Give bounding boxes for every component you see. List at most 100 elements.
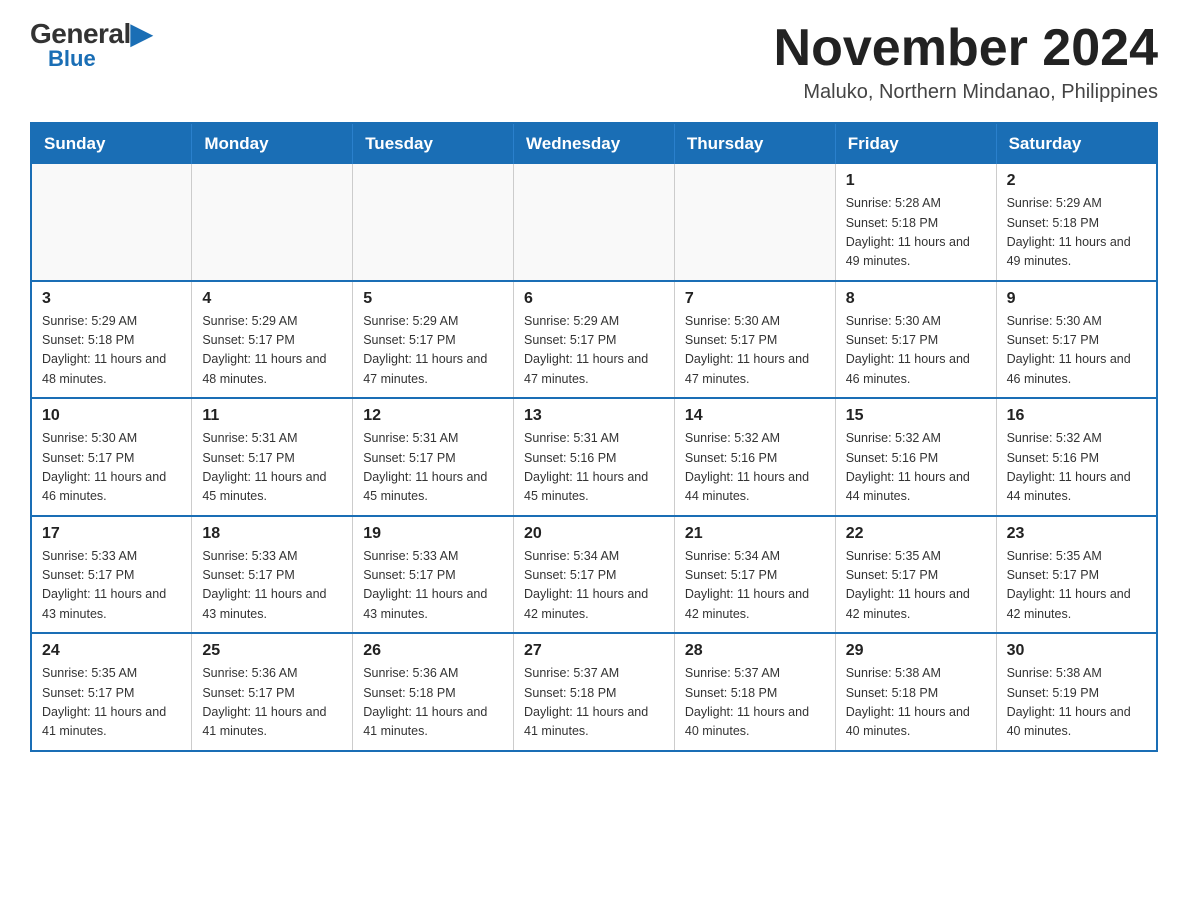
calendar-week-4: 17 Sunrise: 5:33 AMSunset: 5:17 PMDayligh…: [31, 516, 1157, 634]
day-number: 2: [1007, 172, 1146, 190]
logo-blue-text: Blue: [48, 46, 96, 72]
day-info: Sunrise: 5:30 AMSunset: 5:17 PMDaylight:…: [1007, 312, 1146, 390]
day-info: Sunrise: 5:29 AMSunset: 5:17 PMDaylight:…: [524, 312, 664, 390]
calendar-header-row: SundayMondayTuesdayWednesdayThursdayFrid…: [31, 123, 1157, 164]
day-info: Sunrise: 5:31 AMSunset: 5:16 PMDaylight:…: [524, 429, 664, 507]
day-info: Sunrise: 5:34 AMSunset: 5:17 PMDaylight:…: [524, 547, 664, 625]
calendar-cell: 15Sunrise: 5:32 AMSunset: 5:16 PMDayligh…: [835, 398, 996, 516]
calendar-cell: 13 Sunrise: 5:31 AMSunset: 5:16 PMDayligh…: [514, 398, 675, 516]
day-info: Sunrise: 5:29 AMSunset: 5:17 PMDaylight:…: [202, 312, 342, 390]
calendar-cell: 25 Sunrise: 5:36 AMSunset: 5:17 PMDayligh…: [192, 633, 353, 751]
day-info: Sunrise: 5:37 AMSunset: 5:18 PMDaylight:…: [685, 664, 825, 742]
calendar-cell: [514, 164, 675, 281]
day-number: 10: [42, 407, 181, 425]
calendar-cell: 11Sunrise: 5:31 AMSunset: 5:17 PMDayligh…: [192, 398, 353, 516]
calendar-cell: 9Sunrise: 5:30 AMSunset: 5:17 PMDaylight…: [996, 281, 1157, 399]
calendar-location: Maluko, Northern Mindanao, Philippines: [774, 81, 1158, 104]
day-number: 25: [202, 642, 342, 660]
day-number: 13: [524, 407, 664, 425]
day-info: Sunrise: 5:30 AMSunset: 5:17 PMDaylight:…: [42, 429, 181, 507]
calendar-week-3: 10 Sunrise: 5:30 AMSunset: 5:17 PMDayligh…: [31, 398, 1157, 516]
day-number: 3: [42, 290, 181, 308]
day-info: Sunrise: 5:36 AMSunset: 5:18 PMDaylight:…: [363, 664, 503, 742]
day-number: 8: [846, 290, 986, 308]
calendar-cell: 23 Sunrise: 5:35 AMSunset: 5:17 PMDayligh…: [996, 516, 1157, 634]
day-number: 21: [685, 525, 825, 543]
header-friday: Friday: [835, 123, 996, 164]
day-number: 16: [1007, 407, 1146, 425]
title-block: November 2024 Maluko, Northern Mindanao,…: [774, 20, 1158, 104]
calendar-cell: [31, 164, 192, 281]
calendar-cell: 19 Sunrise: 5:33 AMSunset: 5:17 PMDayligh…: [353, 516, 514, 634]
day-number: 4: [202, 290, 342, 308]
header-monday: Monday: [192, 123, 353, 164]
page-header: General▶ Blue November 2024 Maluko, Nort…: [30, 20, 1158, 104]
calendar-cell: [353, 164, 514, 281]
calendar-cell: 18Sunrise: 5:33 AMSunset: 5:17 PMDayligh…: [192, 516, 353, 634]
day-number: 7: [685, 290, 825, 308]
header-sunday: Sunday: [31, 123, 192, 164]
day-number: 15: [846, 407, 986, 425]
day-number: 17: [42, 525, 181, 543]
header-saturday: Saturday: [996, 123, 1157, 164]
day-info: Sunrise: 5:35 AMSunset: 5:17 PMDaylight:…: [846, 547, 986, 625]
day-info: Sunrise: 5:33 AMSunset: 5:17 PMDaylight:…: [363, 547, 503, 625]
day-info: Sunrise: 5:31 AMSunset: 5:17 PMDaylight:…: [363, 429, 503, 507]
day-info: Sunrise: 5:29 AMSunset: 5:17 PMDaylight:…: [363, 312, 503, 390]
calendar-cell: 14 Sunrise: 5:32 AMSunset: 5:16 PMDayligh…: [674, 398, 835, 516]
calendar-cell: 22 Sunrise: 5:35 AMSunset: 5:17 PMDayligh…: [835, 516, 996, 634]
day-number: 1: [846, 172, 986, 190]
header-wednesday: Wednesday: [514, 123, 675, 164]
calendar-cell: 7Sunrise: 5:30 AMSunset: 5:17 PMDaylight…: [674, 281, 835, 399]
calendar-cell: 26Sunrise: 5:36 AMSunset: 5:18 PMDayligh…: [353, 633, 514, 751]
day-info: Sunrise: 5:32 AMSunset: 5:16 PMDaylight:…: [1007, 429, 1146, 507]
calendar-cell: 8 Sunrise: 5:30 AMSunset: 5:17 PMDaylight…: [835, 281, 996, 399]
day-number: 27: [524, 642, 664, 660]
day-number: 14: [685, 407, 825, 425]
day-number: 28: [685, 642, 825, 660]
day-info: Sunrise: 5:29 AMSunset: 5:18 PMDaylight:…: [1007, 194, 1146, 272]
calendar-cell: 1 Sunrise: 5:28 AMSunset: 5:18 PMDaylight…: [835, 164, 996, 281]
calendar-week-2: 3 Sunrise: 5:29 AMSunset: 5:18 PMDaylight…: [31, 281, 1157, 399]
day-number: 22: [846, 525, 986, 543]
calendar-cell: 12 Sunrise: 5:31 AMSunset: 5:17 PMDayligh…: [353, 398, 514, 516]
calendar-cell: 30Sunrise: 5:38 AMSunset: 5:19 PMDayligh…: [996, 633, 1157, 751]
calendar-cell: 10 Sunrise: 5:30 AMSunset: 5:17 PMDayligh…: [31, 398, 192, 516]
day-info: Sunrise: 5:28 AMSunset: 5:18 PMDaylight:…: [846, 194, 986, 272]
day-info: Sunrise: 5:38 AMSunset: 5:18 PMDaylight:…: [846, 664, 986, 742]
day-number: 11: [202, 407, 342, 425]
day-info: Sunrise: 5:35 AMSunset: 5:17 PMDaylight:…: [1007, 547, 1146, 625]
calendar-cell: 2 Sunrise: 5:29 AMSunset: 5:18 PMDaylight…: [996, 164, 1157, 281]
calendar-cell: 4 Sunrise: 5:29 AMSunset: 5:17 PMDaylight…: [192, 281, 353, 399]
day-number: 19: [363, 525, 503, 543]
calendar-cell: 27 Sunrise: 5:37 AMSunset: 5:18 PMDayligh…: [514, 633, 675, 751]
day-info: Sunrise: 5:35 AMSunset: 5:17 PMDaylight:…: [42, 664, 181, 742]
logo-general-text: General▶: [30, 20, 152, 48]
day-number: 12: [363, 407, 503, 425]
calendar-week-1: 1 Sunrise: 5:28 AMSunset: 5:18 PMDaylight…: [31, 164, 1157, 281]
day-number: 23: [1007, 525, 1146, 543]
header-thursday: Thursday: [674, 123, 835, 164]
day-number: 30: [1007, 642, 1146, 660]
calendar-cell: 16 Sunrise: 5:32 AMSunset: 5:16 PMDayligh…: [996, 398, 1157, 516]
day-info: Sunrise: 5:36 AMSunset: 5:17 PMDaylight:…: [202, 664, 342, 742]
day-number: 24: [42, 642, 181, 660]
day-info: Sunrise: 5:33 AMSunset: 5:17 PMDaylight:…: [202, 547, 342, 625]
day-info: Sunrise: 5:29 AMSunset: 5:18 PMDaylight:…: [42, 312, 181, 390]
day-info: Sunrise: 5:37 AMSunset: 5:18 PMDaylight:…: [524, 664, 664, 742]
day-number: 6: [524, 290, 664, 308]
calendar-cell: 28 Sunrise: 5:37 AMSunset: 5:18 PMDayligh…: [674, 633, 835, 751]
calendar-cell: 24 Sunrise: 5:35 AMSunset: 5:17 PMDayligh…: [31, 633, 192, 751]
day-info: Sunrise: 5:32 AMSunset: 5:16 PMDaylight:…: [685, 429, 825, 507]
day-number: 5: [363, 290, 503, 308]
day-number: 20: [524, 525, 664, 543]
day-info: Sunrise: 5:34 AMSunset: 5:17 PMDaylight:…: [685, 547, 825, 625]
calendar-cell: 6 Sunrise: 5:29 AMSunset: 5:17 PMDaylight…: [514, 281, 675, 399]
calendar-cell: 20 Sunrise: 5:34 AMSunset: 5:17 PMDayligh…: [514, 516, 675, 634]
calendar-cell: 5 Sunrise: 5:29 AMSunset: 5:17 PMDaylight…: [353, 281, 514, 399]
calendar-cell: 3 Sunrise: 5:29 AMSunset: 5:18 PMDaylight…: [31, 281, 192, 399]
calendar-cell: 17 Sunrise: 5:33 AMSunset: 5:17 PMDayligh…: [31, 516, 192, 634]
day-info: Sunrise: 5:30 AMSunset: 5:17 PMDaylight:…: [846, 312, 986, 390]
calendar-cell: [674, 164, 835, 281]
day-info: Sunrise: 5:33 AMSunset: 5:17 PMDaylight:…: [42, 547, 181, 625]
